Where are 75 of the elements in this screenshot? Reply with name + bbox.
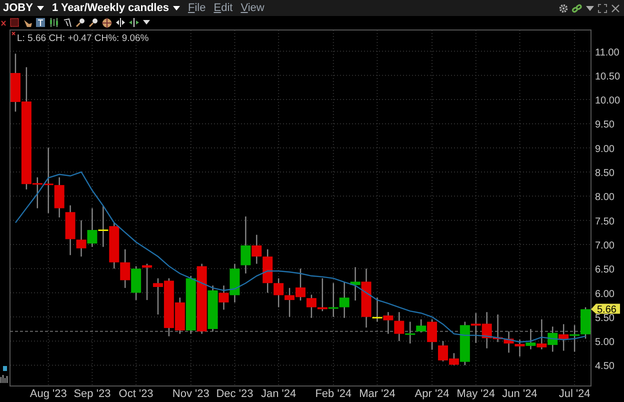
axis-label: Nov '23 xyxy=(172,388,210,400)
candlestick xyxy=(482,312,492,348)
axis-label: 7.00 xyxy=(595,240,614,252)
axis-label: 10.00 xyxy=(595,96,620,107)
axis-label: Jan '24 xyxy=(261,388,296,400)
candlestick xyxy=(87,208,98,247)
period-selector[interactable]: 1 Year/Weekly candles xyxy=(52,0,169,16)
menu-item[interactable]: View xyxy=(240,0,264,16)
arrows-icon[interactable] xyxy=(129,18,139,27)
axis-label: Oct '23 xyxy=(118,388,154,400)
axis-label: 9.50 xyxy=(595,120,614,131)
axis-label: Jun '24 xyxy=(502,388,538,400)
zoom-in-icon[interactable] xyxy=(76,18,85,27)
volume-icon[interactable] xyxy=(0,366,8,384)
axis-label: Dec '23 xyxy=(216,388,254,400)
candlestick xyxy=(296,268,306,300)
price-info: L: 5.66 CH: +0.47 CH%: 9.06% xyxy=(17,33,149,44)
candlestick xyxy=(339,282,350,318)
axis-label: Jul '24 xyxy=(558,388,590,400)
candlestick xyxy=(120,249,130,288)
split-icon[interactable] xyxy=(116,18,125,27)
close-icon[interactable] xyxy=(1,20,6,26)
caret-icon[interactable] xyxy=(36,6,44,10)
expand-icon[interactable] xyxy=(598,4,607,12)
candlestick xyxy=(514,340,525,357)
candlestick xyxy=(328,283,338,317)
axis-label: 9.00 xyxy=(595,144,614,155)
candlestick xyxy=(317,278,328,312)
candlestick xyxy=(394,312,404,342)
candlestick xyxy=(131,266,142,300)
axis-label: Aug '23 xyxy=(30,388,67,400)
axis-label: 5.00 xyxy=(595,337,614,348)
menu-item[interactable]: Edit xyxy=(214,0,233,16)
candlestick xyxy=(65,205,76,256)
candlestick xyxy=(492,314,503,342)
candlestick xyxy=(284,288,295,317)
candlestick xyxy=(306,294,316,318)
dotted-square-icon[interactable] xyxy=(10,18,19,27)
zoom-out-icon[interactable] xyxy=(89,18,98,27)
candlestick xyxy=(548,326,558,352)
axis-label: 10.50 xyxy=(595,71,620,82)
axis-label: 8.00 xyxy=(595,192,614,204)
axis-label: 11.00 xyxy=(595,47,620,58)
candlestick xyxy=(98,206,108,247)
axis-label: 6.00 xyxy=(595,288,614,300)
link-icon[interactable] xyxy=(572,4,582,12)
axis-label: 4.50 xyxy=(595,361,614,372)
candlestick xyxy=(570,325,580,352)
close-icon[interactable] xyxy=(611,4,620,12)
axis-label: Sep '23 xyxy=(74,388,111,400)
candlestick xyxy=(558,324,569,351)
pointer-icon[interactable] xyxy=(63,18,72,27)
axis-label: 6.50 xyxy=(595,264,614,276)
settings-icon[interactable] xyxy=(559,4,568,12)
candlestick xyxy=(142,264,152,300)
candlestick xyxy=(504,331,514,353)
axis-label: Feb '24 xyxy=(315,388,352,400)
caret-icon[interactable] xyxy=(172,6,180,10)
symbol-selector[interactable]: JOBY xyxy=(3,0,33,16)
candlestick xyxy=(383,312,394,334)
axis-label: 7.50 xyxy=(595,216,614,228)
close-icon[interactable] xyxy=(12,32,16,36)
axis-label: May '24 xyxy=(456,388,495,400)
candlestick xyxy=(76,220,86,257)
caret-icon[interactable] xyxy=(143,20,150,25)
candles-icon[interactable] xyxy=(49,18,59,27)
candlestick xyxy=(109,222,120,269)
caret-icon[interactable] xyxy=(586,6,594,10)
crosshair-icon[interactable] xyxy=(102,18,112,28)
candlestick xyxy=(580,307,591,339)
axis-label: Mar '24 xyxy=(359,388,396,400)
axis-label: Apr '24 xyxy=(414,388,450,400)
text-tool-icon[interactable] xyxy=(36,18,45,27)
menu-item[interactable]: File xyxy=(188,0,206,16)
axis-label: 8.50 xyxy=(595,168,614,180)
